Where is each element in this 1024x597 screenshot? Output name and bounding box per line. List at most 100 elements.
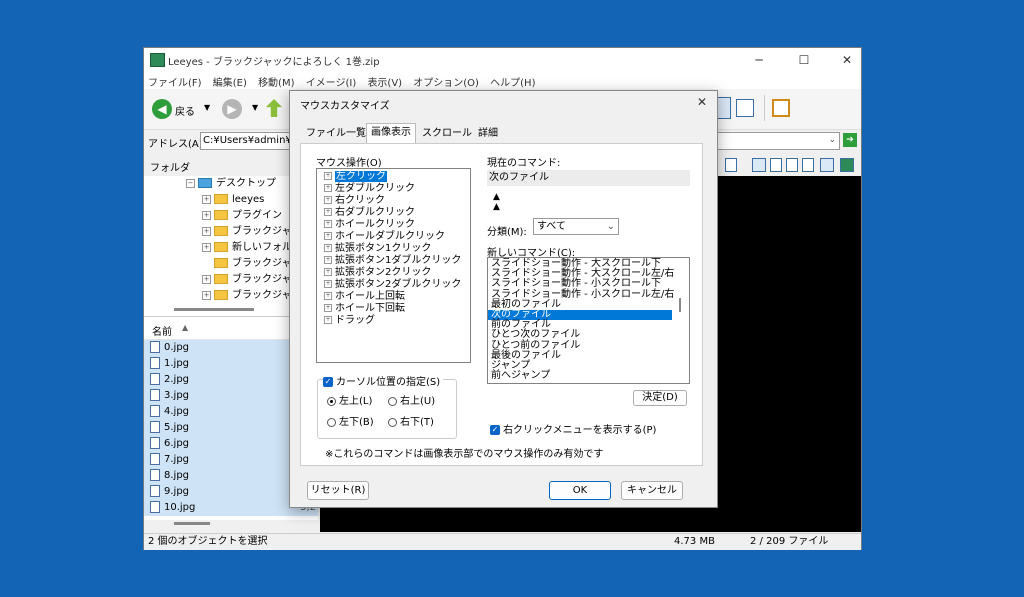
mouse-op-item[interactable]: + ホイール下回転	[324, 303, 470, 315]
category-select[interactable]: すべて ⌄	[533, 218, 619, 235]
slideshow-icon[interactable]	[772, 99, 790, 117]
forward-icon[interactable]: ▶	[222, 99, 242, 119]
status-count: 2 / 209 ファイル	[750, 536, 829, 547]
dialog-title: マウスカスタマイズ	[300, 101, 390, 112]
folder-panel-label: フォルダ	[150, 163, 190, 174]
back-dropdown-icon[interactable]: ▼	[204, 103, 210, 112]
command-list-scrollbar[interactable]	[679, 298, 681, 312]
expand-icon[interactable]: +	[202, 290, 211, 300]
folder-icon	[214, 242, 228, 252]
forward-dropdown-icon[interactable]: ▼	[252, 103, 258, 112]
mouse-op-item[interactable]: + 右クリック	[324, 195, 470, 207]
dialog-close-icon[interactable]: ✕	[697, 95, 707, 109]
mouse-op-item[interactable]: + ホイールダブルクリック	[324, 231, 470, 243]
expand-icon[interactable]: +	[202, 194, 211, 204]
command-item[interactable]: 前へジャンプ	[488, 370, 689, 381]
page-icon[interactable]	[725, 158, 737, 172]
expand-icon[interactable]: +	[202, 242, 211, 252]
cancel-button[interactable]: キャンセル	[621, 481, 683, 500]
thumbnail-icon[interactable]	[840, 158, 854, 172]
mouse-op-item[interactable]: + 左ダブルクリック	[324, 183, 470, 195]
mouse-op-item[interactable]: + 左クリック	[324, 171, 470, 183]
move-down-icon[interactable]: ▲	[493, 202, 500, 212]
spread-icon[interactable]	[802, 158, 814, 172]
tab-details[interactable]: 詳細	[474, 125, 502, 143]
command-item[interactable]: ひとつ次のファイル	[488, 330, 689, 340]
go-icon[interactable]: ➔	[843, 133, 857, 147]
zip-folder-icon	[214, 290, 228, 300]
ok-button[interactable]: OK	[549, 481, 611, 500]
back-icon[interactable]: ◀	[152, 99, 172, 119]
mouse-op-item[interactable]: + 拡張ボタン2クリック	[324, 267, 470, 279]
mouse-op-item[interactable]: + ドラッグ	[324, 315, 470, 327]
mouse-op-item[interactable]: + ホイールクリック	[324, 219, 470, 231]
image-file-icon	[150, 469, 160, 481]
image-file-icon	[150, 501, 160, 513]
folder-icon	[214, 210, 228, 220]
menu-bar: ファイル(F) 編集(E) 移動(M) イメージ(I) 表示(V) オプション(…	[144, 71, 861, 89]
desktop-icon	[198, 178, 212, 188]
collapse-icon[interactable]: −	[186, 178, 195, 188]
fit-icon[interactable]	[752, 158, 766, 172]
position-bottom-right[interactable]: 右下(T)	[388, 413, 434, 428]
zip-folder-icon	[214, 258, 228, 268]
address-dropdown[interactable]: ⌄	[716, 132, 840, 150]
status-size: 4.73 MB	[674, 536, 715, 547]
mouse-op-item[interactable]: + ホイール上回転	[324, 291, 470, 303]
radio-icon	[388, 396, 397, 406]
current-command-value: 次のファイル	[487, 170, 690, 186]
check-icon: ✓	[323, 377, 333, 387]
name-column-header[interactable]: 名前	[152, 323, 172, 338]
move-up-icon[interactable]: ▲	[493, 192, 500, 202]
tab-scroll[interactable]: スクロール	[418, 125, 476, 143]
expand-icon[interactable]: +	[202, 274, 211, 284]
file-hscrollbar[interactable]	[174, 522, 210, 525]
mouse-op-item[interactable]: + 右ダブルクリック	[324, 207, 470, 219]
tile-icon[interactable]	[736, 99, 754, 117]
mouse-op-item[interactable]: + 拡張ボタン1ダブルクリック	[324, 255, 470, 267]
image-file-icon	[150, 453, 160, 465]
decide-button[interactable]: 決定(D)	[633, 390, 687, 406]
up-folder-icon[interactable]	[266, 99, 282, 117]
chevron-down-icon: ⌄	[828, 135, 836, 145]
status-selection: 2 個のオブジェクトを選択	[148, 536, 268, 547]
maximize-icon[interactable]: ☐	[789, 51, 819, 69]
single-page-icon[interactable]	[770, 158, 782, 172]
mouse-op-item[interactable]: + 拡張ボタン2ダブルクリック	[324, 279, 470, 291]
image-file-icon	[150, 357, 160, 369]
position-top-left[interactable]: 左上(L)	[327, 392, 372, 407]
sort-asc-icon: ▲	[182, 323, 189, 332]
expand-icon[interactable]: +	[202, 210, 211, 220]
cursor-position-check[interactable]: ✓ カーソル位置の指定(S)	[323, 373, 444, 388]
double-page-icon[interactable]	[786, 158, 798, 172]
minimize-icon[interactable]: ─	[744, 51, 774, 69]
mouse-ops-tree[interactable]: + 左クリック + 左ダブルクリック + 右クリック + 右ダブルクリック + ホイールク…	[316, 168, 471, 363]
image-file-icon	[150, 389, 160, 401]
tree-hscrollbar[interactable]	[174, 308, 254, 311]
tab-panel: マウス操作(O) + 左クリック + 左ダブルクリック + 右クリック + 右ダブルクリ…	[300, 143, 703, 466]
reset-button[interactable]: リセット(R)	[307, 481, 369, 500]
radio-icon	[327, 396, 336, 406]
window-title: Leeyes - ブラックジャックによろしく 1巻.zip	[168, 57, 380, 68]
folder-icon	[214, 226, 228, 236]
position-top-right[interactable]: 右上(U)	[388, 392, 435, 407]
category-value: すべて	[537, 221, 566, 232]
address-label: アドレス(A)	[148, 139, 203, 150]
fullscreen-icon[interactable]	[820, 158, 834, 172]
tab-file-list[interactable]: ファイル一覧	[302, 125, 370, 143]
tab-image-view[interactable]: 画像表示	[366, 123, 416, 144]
image-file-icon	[150, 485, 160, 497]
mouse-op-item[interactable]: + 拡張ボタン1クリック	[324, 243, 470, 255]
position-bottom-left[interactable]: 左下(B)	[327, 413, 374, 428]
expand-icon[interactable]: +	[202, 226, 211, 236]
back-label[interactable]: 戻る	[175, 103, 195, 118]
image-file-icon	[150, 421, 160, 433]
mouse-customize-dialog: マウスカスタマイズ ✕ ファイル一覧 画像表示 スクロール 詳細 マウス操作(O…	[289, 90, 718, 508]
show-context-menu-check[interactable]: ✓ 右クリックメニューを表示する(P)	[490, 421, 656, 436]
close-icon[interactable]: ✕	[832, 51, 862, 69]
image-file-icon	[150, 373, 160, 385]
new-command-list[interactable]: スライドショー動作 - 大スクロール下 スライドショー動作 - 大スクロール左/…	[487, 257, 690, 384]
check-icon: ✓	[490, 425, 500, 435]
address-input[interactable]: C:¥Users¥admin¥De	[200, 132, 290, 150]
current-command-label: 現在のコマンド:	[487, 158, 561, 169]
